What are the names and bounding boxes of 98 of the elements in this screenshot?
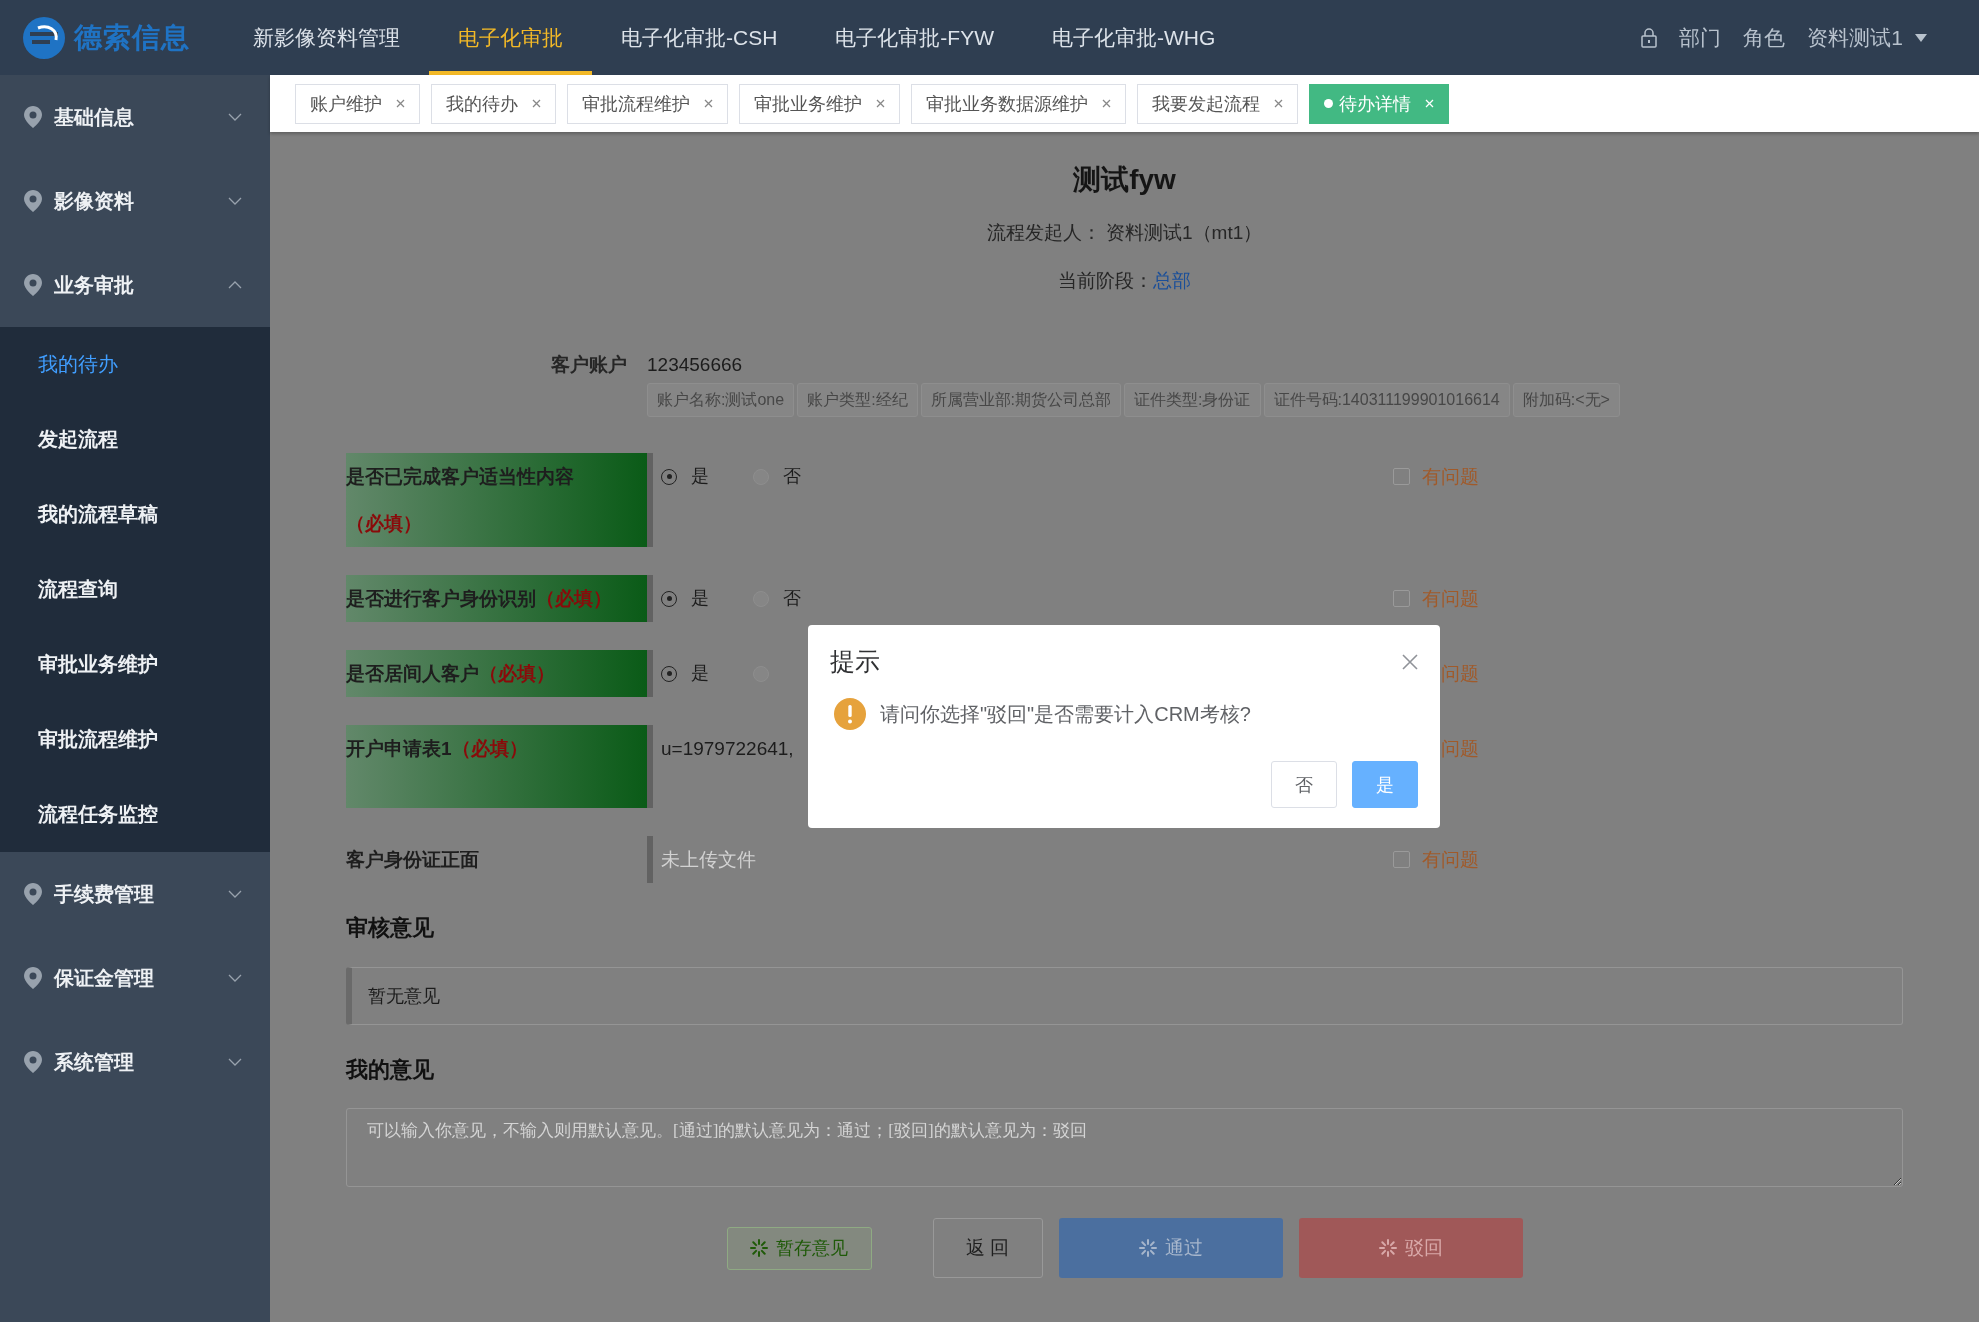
field-value: u=1979722641, — [661, 737, 794, 761]
field-label: 开户申请表1 — [346, 738, 452, 759]
spinner-icon — [1378, 1239, 1397, 1257]
sidebar-item[interactable]: 审批业务维护 — [0, 627, 270, 702]
chevron-down-icon — [228, 113, 242, 121]
checkbox[interactable] — [1393, 468, 1410, 485]
header-link[interactable]: 角色 — [1743, 23, 1786, 52]
checkbox-label: 有问题 — [1422, 586, 1479, 611]
cancel-button[interactable]: 否 — [1271, 761, 1337, 808]
page-tab[interactable]: 审批流程维护 — [567, 83, 728, 124]
sidebar-group[interactable]: 系统管理 — [0, 1020, 270, 1104]
section-heading: 我的意见 — [346, 1056, 435, 1084]
close-icon[interactable] — [876, 99, 885, 108]
checkbox-label: 问题 — [1441, 736, 1479, 761]
sidebar-item[interactable]: 我的流程草稿 — [0, 477, 270, 552]
checkbox-label: 有问题 — [1422, 847, 1479, 872]
checkbox-label: 问题 — [1441, 661, 1479, 686]
page-tab[interactable]: 我的待办 — [431, 83, 556, 124]
dialog-title: 提示 — [830, 646, 880, 677]
location-pin-icon — [24, 1051, 42, 1073]
radio-label: 是 — [691, 587, 709, 610]
radio-label: 是 — [691, 662, 709, 685]
required-mark: （必填） — [479, 663, 555, 684]
info-tag: 证件类型:身份证 — [1124, 383, 1261, 417]
sidebar-item[interactable]: 我的待办 — [0, 327, 270, 402]
nav-tab[interactable]: 电子化审批-FYW — [806, 0, 1023, 75]
radio-label: 否 — [783, 587, 801, 610]
page-tab[interactable]: 审批业务数据源维护 — [911, 83, 1126, 124]
info-tag: 证件号码:140311199901016614 — [1263, 383, 1510, 417]
chevron-up-icon — [228, 281, 242, 289]
close-icon[interactable] — [704, 99, 713, 108]
location-pin-icon — [24, 274, 42, 296]
checkbox[interactable] — [1393, 590, 1410, 607]
required-mark: （必填） — [346, 513, 422, 534]
required-mark: （必填） — [536, 588, 612, 609]
sidebar-group[interactable]: 基础信息 — [0, 75, 270, 159]
field-label: 客户身份证正面 — [346, 848, 480, 872]
sidebar-item[interactable]: 审批流程维护 — [0, 702, 270, 777]
chevron-down-icon — [228, 1058, 242, 1066]
page-tab[interactable]: 审批业务维护 — [739, 83, 900, 124]
spinner-icon — [1138, 1239, 1157, 1257]
initiator-text: 流程发起人： 资料测试1（mt1） — [985, 221, 1264, 245]
nav-tab[interactable]: 电子化审批-CSH — [592, 0, 807, 75]
page-title: 测试fyw — [1072, 163, 1177, 197]
section-heading: 审核意见 — [346, 914, 435, 942]
logo-text: 德索信息 — [74, 20, 190, 55]
close-icon[interactable] — [532, 99, 541, 108]
sidebar-group[interactable]: 业务审批 — [0, 243, 270, 327]
sidebar-group[interactable]: 保证金管理 — [0, 936, 270, 1020]
checkbox-label: 有问题 — [1422, 464, 1479, 489]
close-icon[interactable] — [396, 99, 405, 108]
close-icon[interactable] — [1274, 99, 1283, 108]
page-tab[interactable]: 账户维护 — [295, 83, 420, 124]
sidebar-group[interactable]: 手续费管理 — [0, 852, 270, 936]
account-value: 123456666 — [647, 353, 743, 377]
dot-icon — [1324, 99, 1333, 108]
field-label: 客户账户 — [550, 353, 628, 377]
dialog-message: 请问你选择"驳回"是否需要计入CRM考核? — [880, 701, 1251, 727]
stage-label: 当前阶段： — [1058, 269, 1153, 293]
lock-icon[interactable] — [1641, 27, 1658, 48]
close-icon[interactable] — [1402, 653, 1418, 670]
chevron-down-icon — [228, 197, 242, 205]
sidebar-item[interactable]: 发起流程 — [0, 402, 270, 477]
chevron-down-icon — [228, 974, 242, 982]
sidebar-item[interactable]: 流程查询 — [0, 552, 270, 627]
page-tab[interactable]: 我要发起流程 — [1137, 83, 1298, 124]
file-status: 未上传文件 — [661, 848, 756, 872]
opinion-input[interactable]: 可以输入你意见，不输入则用默认意见。[通过]的默认意见为：通过；[驳回]的默认意见为：驳回 — [346, 1108, 1903, 1187]
radio-label: 否 — [783, 465, 801, 488]
info-tag: 附加码:<无> — [1512, 383, 1620, 417]
field-label: 是否居间人客户 — [346, 663, 479, 684]
nav-tab[interactable]: 电子化审批-WHG — [1023, 0, 1245, 75]
location-pin-icon — [24, 106, 42, 128]
info-tag: 所属营业部:期货公司总部 — [920, 383, 1122, 417]
checkbox[interactable] — [1393, 851, 1410, 868]
required-mark: （必填） — [451, 738, 528, 759]
nav-tab[interactable]: 新影像资料管理 — [224, 0, 429, 75]
info-tag: 账户名称:测试one — [647, 383, 795, 417]
location-pin-icon — [24, 883, 42, 905]
field-label: 是否进行客户身份识别 — [346, 588, 536, 609]
sidebar-item[interactable]: 流程任务监控 — [0, 777, 270, 852]
chevron-down-icon — [228, 890, 242, 898]
info-tag: 账户类型:经纪 — [797, 383, 918, 417]
stage-value: 总部 — [1153, 269, 1191, 293]
close-icon[interactable] — [1102, 99, 1111, 108]
warning-icon — [834, 698, 866, 730]
caret-down-icon — [1915, 33, 1927, 42]
header-link[interactable]: 部门 — [1679, 23, 1722, 52]
back-button[interactable]: 返 回 — [932, 1218, 1043, 1278]
location-pin-icon — [24, 190, 42, 212]
location-pin-icon — [24, 967, 42, 989]
review-opinion-field: 暂无意见 — [346, 967, 1903, 1025]
field-label: 是否已完成客户适当性内容 — [346, 466, 574, 487]
logo-icon — [22, 15, 66, 60]
sidebar-group[interactable]: 影像资料 — [0, 159, 270, 243]
user-menu[interactable]: 资料测试1 — [1807, 23, 1927, 52]
radio-label: 是 — [691, 465, 709, 488]
spinner-icon — [750, 1239, 768, 1257]
